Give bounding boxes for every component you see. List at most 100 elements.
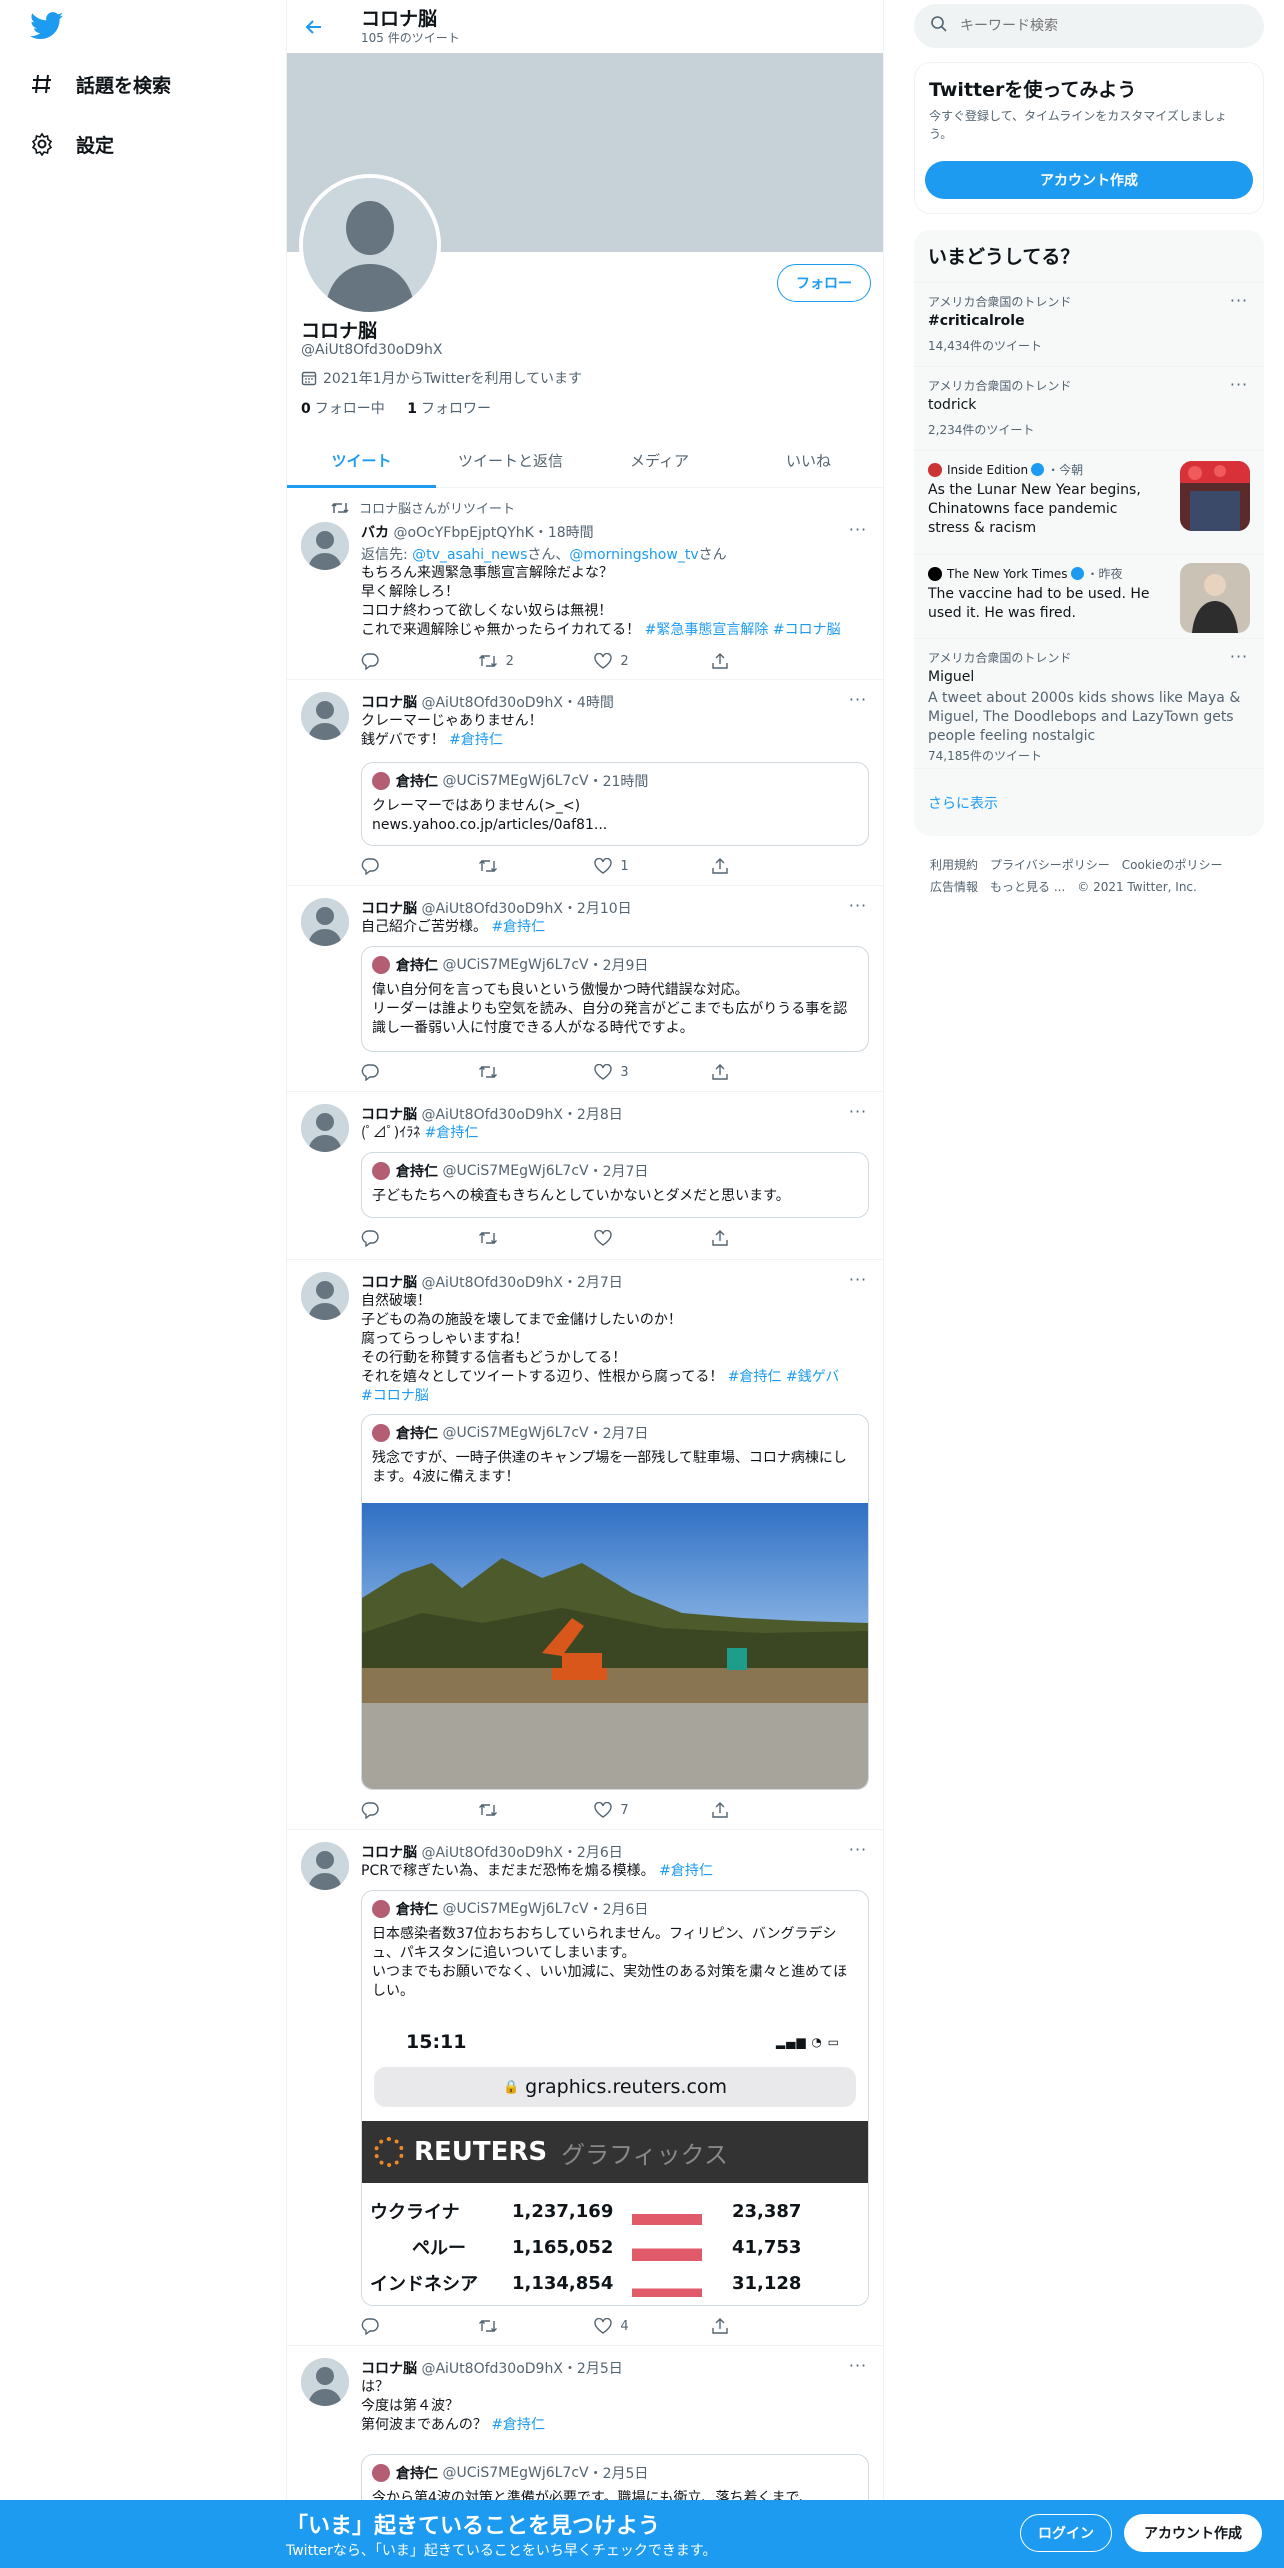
share-button[interactable]: [711, 651, 801, 671]
reply-button[interactable]: [361, 1228, 451, 1248]
reply-button[interactable]: [361, 856, 451, 876]
quoted-tweet[interactable]: 倉持仁 @UCiS7MEgWj6L7cV ・2月6日 日本感染者数37位おちおちし…: [361, 1890, 869, 2306]
retweet-button[interactable]: [478, 2316, 568, 2336]
like-button[interactable]: 7: [594, 1800, 684, 1820]
quoted-tweet[interactable]: 倉持仁 @UCiS7MEgWj6L7cV ・2月7日 残念ですが、一時子供達のキャ…: [361, 1414, 869, 1790]
tweet[interactable]: ··· コロナ脳 @AiUt8Ofd30oD9hX・2月8日 (ﾟ⊿ﾟ)ｲﾗﾈ …: [287, 1092, 883, 1260]
reply-button[interactable]: [361, 1062, 451, 1082]
retweet-button[interactable]: 2: [478, 651, 568, 671]
author-handle[interactable]: @AiUt8Ofd30oD9hX: [421, 1107, 562, 1123]
like-button[interactable]: 4: [594, 2316, 684, 2336]
following-link[interactable]: 0 フォロー中: [301, 401, 385, 417]
tweet[interactable]: ··· コロナ脳 @AiUt8Ofd30oD9hX・2月6日 PCRで稼ぎたい為…: [287, 1830, 883, 2346]
tweet-time[interactable]: ・2月10日: [563, 901, 632, 917]
share-button[interactable]: [711, 2316, 801, 2336]
hashtag-link[interactable]: #倉持仁: [491, 2417, 545, 2433]
avatar[interactable]: [301, 692, 349, 740]
tab-tweets[interactable]: ツイート: [287, 434, 436, 488]
like-button[interactable]: [594, 1228, 684, 1248]
author-handle[interactable]: @AiUt8Ofd30oD9hX: [421, 1275, 562, 1291]
author-name[interactable]: コロナ脳: [361, 2361, 417, 2377]
author-handle[interactable]: @AiUt8Ofd30oD9hX: [421, 1845, 562, 1861]
hashtag-link[interactable]: #倉持仁: [425, 1125, 479, 1141]
quoted-tweet[interactable]: 倉持仁 @UCiS7MEgWj6L7cV ・21時間 クレーマーではありません(>…: [361, 762, 869, 846]
retweet-button[interactable]: [478, 1228, 568, 1248]
search-box[interactable]: [914, 4, 1264, 48]
trend-item[interactable]: アメリカ合衆国のトレンド ··· todrick 2,234件のツイート: [914, 366, 1264, 450]
hashtag-link[interactable]: #倉持仁: [491, 919, 545, 935]
more-icon[interactable]: ···: [1228, 647, 1250, 666]
author-handle[interactable]: @AiUt8Ofd30oD9hX: [421, 695, 562, 711]
share-button[interactable]: [711, 856, 801, 876]
footer-links-2[interactable]: 広告情報 もっと見る ... © 2021 Twitter, Inc.: [930, 878, 1197, 895]
author-name[interactable]: バカ: [361, 525, 389, 541]
signup-button[interactable]: アカウント作成: [1124, 2514, 1262, 2552]
hashtag-link[interactable]: #コロナ脳: [361, 1388, 429, 1404]
back-arrow-icon[interactable]: [301, 14, 327, 40]
show-more[interactable]: さらに表示: [914, 768, 1264, 836]
tweet-time[interactable]: ・2月6日: [563, 1845, 623, 1861]
profile-avatar[interactable]: [299, 174, 441, 316]
tweet-time[interactable]: ・2月8日: [563, 1107, 623, 1123]
reply-button[interactable]: [361, 1800, 451, 1820]
avatar[interactable]: [301, 522, 349, 570]
author-handle[interactable]: @AiUt8Ofd30oD9hX: [421, 901, 562, 917]
twitter-logo-icon[interactable]: [30, 12, 64, 42]
tweet-time[interactable]: ・2月5日: [563, 2361, 623, 2377]
share-button[interactable]: [711, 1062, 801, 1082]
news-item[interactable]: Inside Edition ・今朝 As the Lunar New Year…: [914, 450, 1264, 554]
search-input[interactable]: [960, 18, 1240, 34]
tweet[interactable]: ··· コロナ脳 @AiUt8Ofd30oD9hX・4時間 クレーマーじゃありま…: [287, 680, 883, 886]
hashtag-link[interactable]: #倉持仁: [659, 1863, 713, 1879]
more-icon[interactable]: ···: [1228, 291, 1250, 310]
news-item[interactable]: The New York Times ・昨夜 The vaccine had t…: [914, 554, 1264, 638]
author-name[interactable]: コロナ脳: [361, 1275, 417, 1291]
quote-screenshot[interactable]: 15:11 ▂▄▆ ◔ ▭ 🔒 graphics.reuters.com REUT…: [362, 2017, 868, 2305]
reply-button[interactable]: [361, 651, 451, 671]
follow-button[interactable]: フォロー: [777, 264, 871, 302]
trend-item[interactable]: アメリカ合衆国のトレンド ··· #criticalrole 14,434件のツ…: [914, 282, 1264, 366]
tab-likes[interactable]: いいね: [734, 434, 883, 487]
author-name[interactable]: コロナ脳: [361, 1845, 417, 1861]
footer-links[interactable]: 利用規約 プライバシーポリシー Cookieのポリシー: [930, 856, 1223, 873]
trend-item[interactable]: アメリカ合衆国のトレンド ··· Miguel A tweet about 20…: [914, 638, 1264, 768]
avatar[interactable]: [301, 2358, 349, 2406]
hashtag-link[interactable]: #倉持仁: [449, 732, 503, 748]
tab-media[interactable]: メディア: [585, 434, 734, 487]
mention-link[interactable]: @morningshow_tv: [569, 547, 698, 563]
quoted-tweet[interactable]: 倉持仁 @UCiS7MEgWj6L7cV ・2月7日 子どもたちへの検査もきちんと…: [361, 1152, 869, 1218]
hashtag-link[interactable]: #倉持仁 #銭ゲバ: [728, 1369, 840, 1385]
share-button[interactable]: [711, 1800, 801, 1820]
signup-button[interactable]: アカウント作成: [925, 161, 1253, 199]
tweet-time[interactable]: ・2月7日: [563, 1275, 623, 1291]
show-more-link[interactable]: さらに表示: [928, 793, 998, 813]
tab-tweets-replies[interactable]: ツイートと返信: [436, 434, 585, 487]
tweet[interactable]: ··· コロナ脳 @AiUt8Ofd30oD9hX・2月10日 自己紹介ご苦労様…: [287, 886, 883, 1092]
avatar[interactable]: [301, 1272, 349, 1320]
retweet-button[interactable]: [478, 856, 568, 876]
reply-button[interactable]: [361, 2316, 451, 2336]
author-name[interactable]: コロナ脳: [361, 901, 417, 917]
like-button[interactable]: 1: [594, 856, 684, 876]
author-handle[interactable]: @oOcYFbpEjptQYhK: [393, 525, 533, 541]
followers-link[interactable]: 1 フォロワー: [407, 401, 491, 417]
quote-photo[interactable]: [362, 1503, 868, 1789]
nav-explore[interactable]: 話題を検索: [28, 64, 171, 104]
avatar[interactable]: [301, 898, 349, 946]
author-handle[interactable]: @AiUt8Ofd30oD9hX: [421, 2361, 562, 2377]
author-name[interactable]: コロナ脳: [361, 695, 417, 711]
retweet-button[interactable]: [478, 1062, 568, 1082]
like-button[interactable]: 2: [594, 651, 684, 671]
more-icon[interactable]: ···: [1228, 375, 1250, 394]
author-name[interactable]: コロナ脳: [361, 1107, 417, 1123]
tweet-time[interactable]: ・4時間: [563, 695, 614, 711]
nav-settings[interactable]: 設定: [28, 124, 114, 164]
like-button[interactable]: 3: [594, 1062, 684, 1082]
avatar[interactable]: [301, 1104, 349, 1152]
share-button[interactable]: [711, 1228, 801, 1248]
retweet-button[interactable]: [478, 1800, 568, 1820]
mention-link[interactable]: @tv_asahi_news: [412, 547, 527, 563]
tweet-time[interactable]: ・18時間: [534, 525, 594, 541]
tweet[interactable]: コロナ脳さんがリツイート ··· バカ @oOcYFbpEjptQYhK・18時…: [287, 488, 883, 680]
avatar[interactable]: [301, 1842, 349, 1890]
